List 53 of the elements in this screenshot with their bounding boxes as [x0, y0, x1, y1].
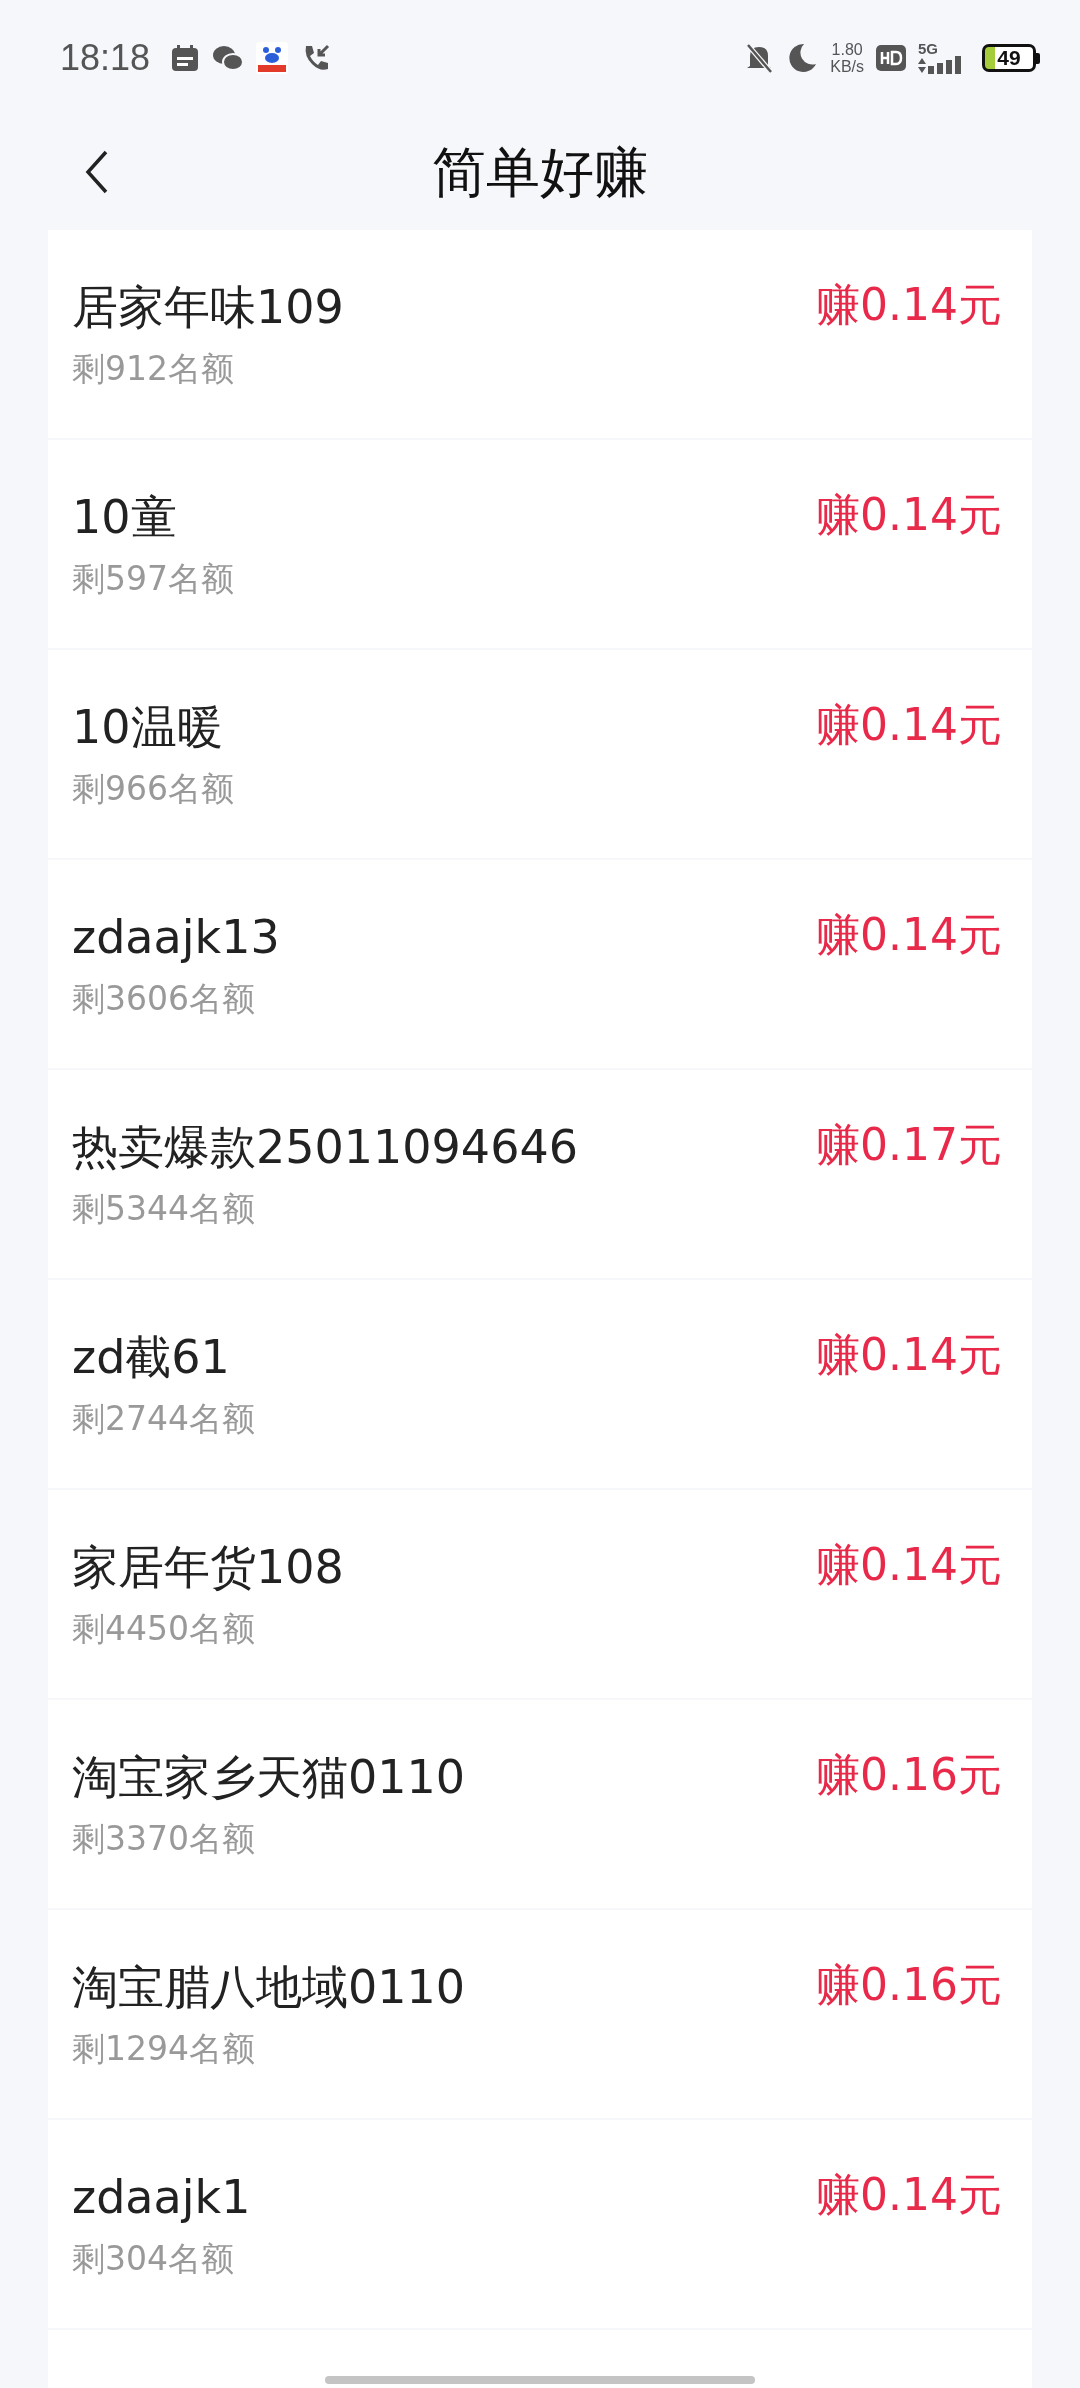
task-card[interactable]: 10温暖 剩966名额 赚0.14元 [48, 650, 1032, 858]
task-card[interactable]: 10童 剩597名额 赚0.14元 [48, 440, 1032, 648]
status-time: 18:18 [60, 37, 151, 79]
remaining-quota: 剩3606名额 [72, 979, 256, 1019]
network-speed-unit: KB/s [830, 58, 864, 75]
task-name: 家居年货108 [72, 1539, 344, 1595]
remaining-quota: 剩4450名额 [72, 1609, 256, 1649]
task-card[interactable]: zd截61 剩2744名额 赚0.14元 [48, 1280, 1032, 1488]
task-card[interactable]: 家居年货108 剩4450名额 赚0.14元 [48, 1490, 1032, 1698]
bell-muted-icon [744, 42, 775, 74]
reward-amount: 赚0.17元 [816, 1118, 1002, 1172]
remaining-quota: 剩597名额 [72, 559, 234, 599]
reward-amount: 赚0.14元 [816, 908, 1002, 962]
task-card[interactable]: 淘宝家乡天猫0110 剩3370名额 赚0.16元 [48, 1700, 1032, 1908]
reward-amount: 赚0.14元 [816, 278, 1002, 332]
reward-amount: 赚0.16元 [816, 1748, 1002, 1802]
reward-amount: 赚0.14元 [816, 1328, 1002, 1382]
remaining-quota: 剩3370名额 [72, 1819, 256, 1859]
task-name: 10童 [72, 489, 178, 545]
paw-app-icon [256, 42, 289, 74]
task-name: 热卖爆款25011094646 [72, 1119, 578, 1175]
remaining-quota: 剩304名额 [72, 2239, 235, 2279]
remaining-quota: 剩912名额 [72, 349, 235, 389]
task-card[interactable]: 淘宝腊八地域0110 剩1294名额 赚0.16元 [48, 1910, 1032, 2118]
task-name: zdaajk1 [72, 2169, 251, 2225]
task-name: 居家年味109 [72, 279, 344, 335]
back-icon [85, 150, 109, 194]
task-name: zd截61 [72, 1329, 231, 1385]
moon-icon [786, 42, 819, 74]
task-card[interactable]: zdaajk1 剩304名额 赚0.14元 [48, 2120, 1032, 2328]
task-card[interactable]: zdaajk13 剩3606名额 赚0.14元 [48, 860, 1032, 1068]
page-title: 简单好赚 [432, 139, 648, 206]
task-name: 淘宝家乡天猫0110 [72, 1749, 466, 1805]
reward-amount: 赚0.14元 [816, 488, 1002, 542]
battery-level: 49 [997, 47, 1021, 69]
remaining-quota: 剩2744名额 [72, 1399, 255, 1439]
task-name: zdaajk13 [72, 909, 280, 965]
task-card[interactable]: 热卖爆款25011094646 剩5344名额 赚0.17元 [48, 1070, 1032, 1278]
hd-icon [876, 43, 906, 73]
task-name: 淘宝腊八地域0110 [72, 1959, 466, 2015]
reward-amount: 赚0.14元 [816, 2168, 1002, 2222]
network-speed: 1.80 [831, 41, 863, 58]
reward-amount: 赚0.16元 [816, 1958, 1002, 2012]
remaining-quota: 剩5344名额 [72, 1189, 256, 1229]
reward-amount: 赚0.14元 [816, 698, 1002, 752]
remaining-quota: 剩966名额 [72, 769, 234, 809]
task-card[interactable]: 居家年味109 剩912名额 赚0.14元 [48, 230, 1032, 438]
reward-amount: 赚0.14元 [816, 1538, 1002, 1592]
signal-icon [918, 56, 964, 74]
task-name: 10温暖 [72, 699, 224, 755]
network-type: 5G [918, 42, 938, 56]
remaining-quota: 剩1294名额 [72, 2029, 256, 2069]
calendar-icon [170, 43, 201, 73]
